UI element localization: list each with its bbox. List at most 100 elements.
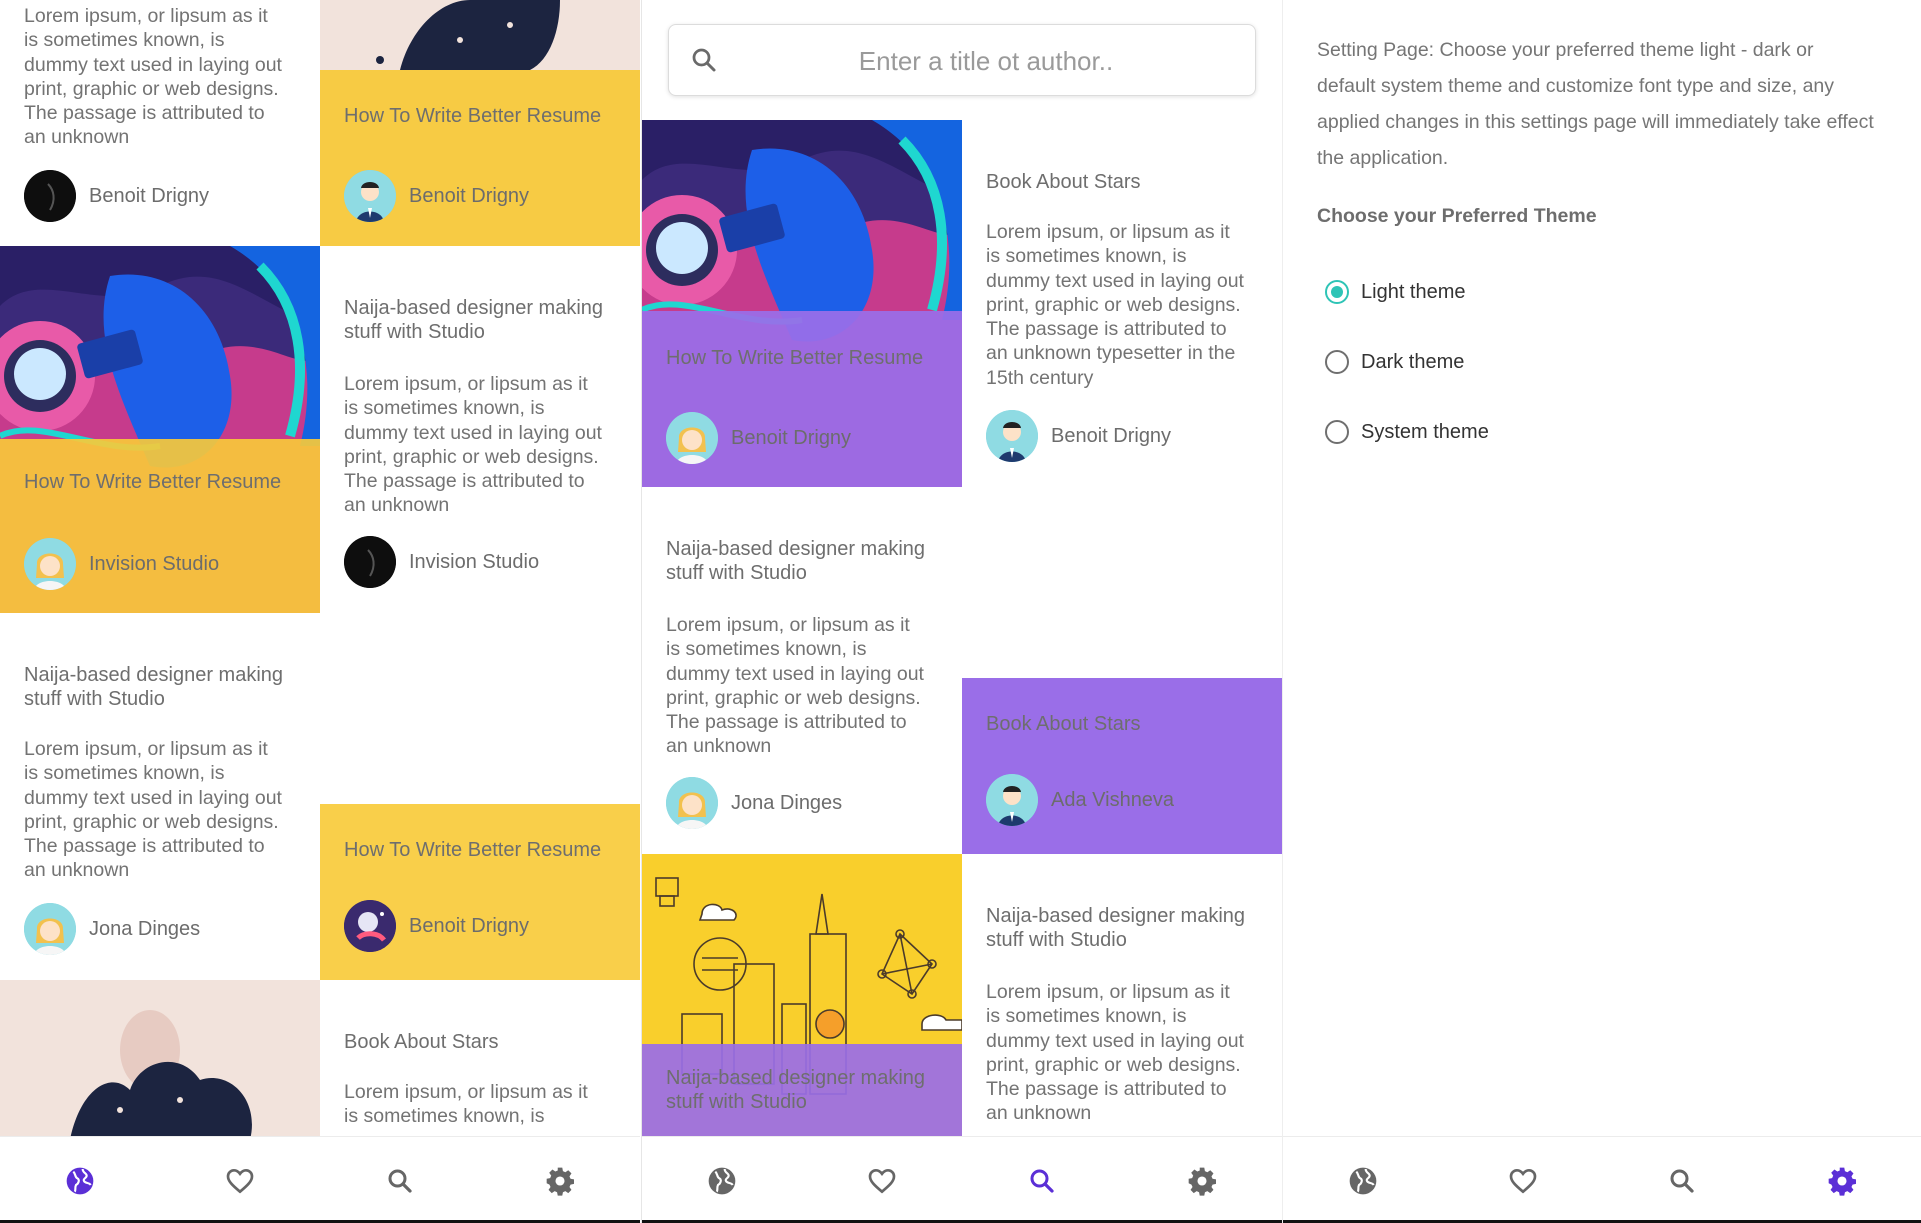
article-card[interactable]: How To Write Better Resume Invision Stud…	[0, 246, 320, 613]
card-author[interactable]: Benoit Drigny	[24, 170, 209, 222]
bottom-navigation	[642, 1136, 1282, 1223]
card-author[interactable]: Invision Studio	[24, 538, 219, 590]
article-card[interactable]: Naija-based designer making stuff with S…	[320, 246, 640, 804]
article-card[interactable]: Naija-based designer making stuff with S…	[642, 487, 962, 854]
nav-search-button[interactable]	[370, 1151, 430, 1211]
nav-search-button[interactable]	[1012, 1151, 1072, 1211]
nav-settings-button[interactable]	[530, 1151, 590, 1211]
card-title: How To Write Better Resume	[344, 105, 602, 127]
search-bar[interactable]	[668, 24, 1256, 97]
avatar	[24, 538, 76, 590]
avatar	[24, 170, 76, 222]
article-card[interactable]: Naija-based designer making stuff with S…	[0, 613, 320, 980]
card-author[interactable]: Invision Studio	[344, 536, 539, 588]
card-author[interactable]: Ada Vishneva	[986, 774, 1174, 826]
card-title: Naija-based designer making stuff with S…	[986, 905, 1246, 951]
card-excerpt: Lorem ipsum, or lipsum as it is sometime…	[24, 738, 282, 882]
nav-explore-button[interactable]	[1333, 1151, 1393, 1211]
article-card[interactable]: How To Write Better Resume Benoit Drigny	[320, 804, 640, 980]
theme-option-label: System theme	[1361, 420, 1489, 443]
author-name: Benoit Drigny	[731, 426, 852, 449]
heart-icon	[226, 1168, 254, 1193]
theme-section-heading: Choose your Preferred Theme	[1317, 205, 1597, 227]
avatar	[344, 170, 396, 222]
author-name: Benoit Drigny	[89, 184, 210, 207]
article-card[interactable]: Naija-based designer making stuff with S…	[962, 854, 1282, 1140]
search-icon	[1670, 1169, 1694, 1193]
search-icon	[1030, 1169, 1054, 1193]
nav-settings-button[interactable]	[1812, 1151, 1872, 1211]
card-excerpt: Lorem ipsum, or lipsum as it is sometime…	[666, 614, 924, 758]
plant-illustration	[70, 1010, 252, 1140]
author-name: Jona Dinges	[731, 791, 843, 814]
article-card[interactable]: Lorem ipsum, or lipsum as it is sometime…	[0, 0, 320, 246]
author-name: Jona Dinges	[89, 917, 201, 940]
globe-icon	[1349, 1167, 1377, 1194]
radio-button[interactable]	[1325, 280, 1349, 304]
card-author[interactable]: Benoit Drigny	[344, 170, 529, 222]
search-icon	[692, 48, 716, 72]
article-card[interactable]: Book About Stars Ada Vishneva	[962, 678, 1282, 854]
radio-button[interactable]	[1325, 420, 1349, 444]
theme-option-light[interactable]: Light theme	[1325, 280, 1466, 304]
card-title: Naija-based designer making stuff with S…	[666, 538, 926, 584]
globe-icon	[708, 1167, 736, 1194]
card-title: Naija-based designer making stuff with S…	[24, 664, 284, 710]
avatar	[344, 536, 396, 588]
card-title: How To Write Better Resume	[24, 471, 282, 493]
avatar	[986, 410, 1038, 462]
card-title: Book About Stars	[344, 1031, 499, 1053]
avatar	[24, 903, 76, 955]
card-excerpt: Lorem ipsum, or lipsum as it is sometime…	[344, 373, 602, 517]
heart-icon	[868, 1168, 896, 1193]
theme-option-dark[interactable]: Dark theme	[1325, 350, 1464, 374]
author-name: Benoit Drigny	[1051, 424, 1172, 447]
search-screen: How To Write Better Resume Benoit Drigny…	[641, 0, 1282, 1223]
article-card[interactable]: How To Write Better Resume Benoit Drigny	[642, 120, 962, 487]
gear-icon	[1828, 1167, 1857, 1196]
search-icon	[388, 1169, 412, 1193]
feed-screen: Lorem ipsum, or lipsum as it is sometime…	[0, 0, 640, 1223]
article-card[interactable]: How To Write Better Resume Benoit Drigny	[320, 0, 640, 246]
article-card[interactable]: Naija-based designer making stuff with S…	[642, 854, 962, 1140]
settings-description: Setting Page: Choose your preferred them…	[1317, 39, 1874, 169]
nav-search-button[interactable]	[1652, 1151, 1712, 1211]
card-title: How To Write Better Resume	[344, 839, 602, 861]
avatar	[986, 774, 1038, 826]
card-excerpt: Lorem ipsum, or lipsum as it is sometime…	[24, 5, 282, 149]
card-author[interactable]: Benoit Drigny	[344, 900, 529, 952]
gear-icon	[546, 1167, 574, 1196]
bottom-navigation	[1283, 1136, 1921, 1223]
avatar	[344, 900, 396, 952]
card-excerpt: Lorem ipsum, or lipsum as it is sometime…	[344, 1081, 588, 1128]
card-title: Book About Stars	[986, 713, 1141, 735]
article-card[interactable]: Book About Stars Lorem ipsum, or lipsum …	[320, 980, 640, 1140]
author-name: Ada Vishneva	[1051, 788, 1175, 811]
nav-favorites-button[interactable]	[210, 1151, 270, 1211]
card-author[interactable]: Benoit Drigny	[986, 410, 1171, 462]
card-excerpt: Lorem ipsum, or lipsum as it is sometime…	[986, 981, 1244, 1125]
author-name: Invision Studio	[89, 552, 220, 575]
nav-favorites-button[interactable]	[1493, 1151, 1553, 1211]
theme-option-system[interactable]: System theme	[1325, 420, 1489, 444]
card-author[interactable]: Jona Dinges	[666, 777, 842, 829]
globe-icon	[66, 1167, 94, 1194]
card-author[interactable]: Benoit Drigny	[666, 412, 851, 464]
card-title: Naija-based designer making stuff with S…	[344, 297, 604, 343]
author-name: Benoit Drigny	[409, 184, 530, 207]
card-author[interactable]: Jona Dinges	[24, 903, 200, 955]
nav-favorites-button[interactable]	[852, 1151, 912, 1211]
article-card[interactable]: Book About Stars Lorem ipsum, or lipsum …	[962, 120, 1282, 678]
nav-settings-button[interactable]	[1172, 1151, 1232, 1211]
gear-icon	[1188, 1167, 1216, 1196]
nav-explore-button[interactable]	[50, 1151, 110, 1211]
search-input[interactable]	[739, 25, 1233, 97]
avatar	[666, 777, 718, 829]
card-title: How To Write Better Resume	[666, 347, 924, 369]
author-name: Benoit Drigny	[409, 914, 530, 937]
plant-illustration-card[interactable]	[0, 980, 320, 1140]
radio-button[interactable]	[1325, 350, 1349, 374]
card-title: Book About Stars	[986, 171, 1141, 193]
nav-explore-button[interactable]	[692, 1151, 752, 1211]
heart-icon	[1509, 1168, 1536, 1193]
